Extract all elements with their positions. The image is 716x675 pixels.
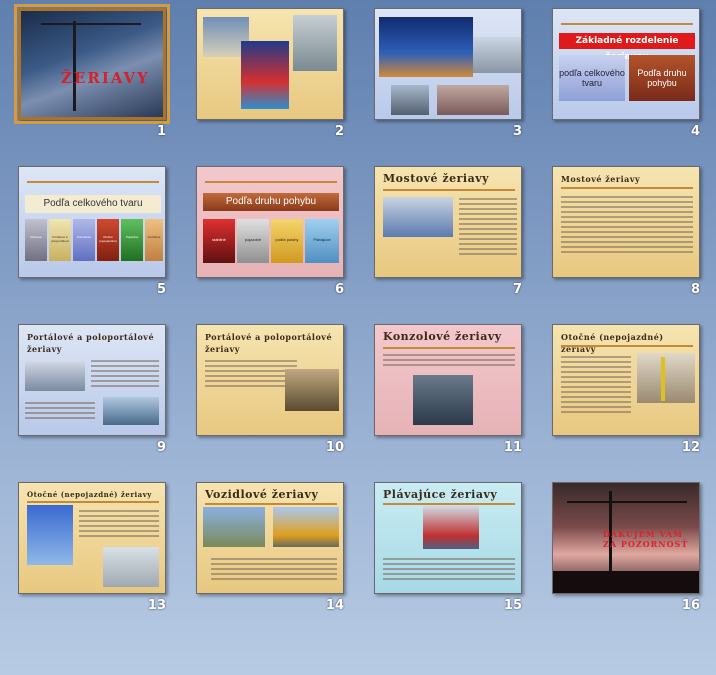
slide-thumbnail-7[interactable]: Mostové žeriavy	[374, 166, 522, 278]
slide-thumbnail-2[interactable]	[196, 8, 344, 120]
slide-title: Podľa druhu pohybu	[203, 193, 339, 211]
photo-elevator	[293, 15, 337, 71]
slide-cell-16[interactable]: Ďakujem vám za pozornosť 16	[534, 474, 712, 632]
diagram-box: podľa celkového tvaru	[559, 55, 625, 101]
category-chip: pojazdné	[237, 219, 269, 263]
slide-thumbnail-4[interactable]: Základné rozdelenie žeriavov podľa celko…	[552, 8, 700, 120]
photo-port	[473, 37, 521, 73]
slide-title: Základné rozdelenie žeriavov	[559, 33, 695, 62]
photo-truck-crane	[203, 507, 265, 547]
slide-cell-6[interactable]: Podľa druhu pohybu stabilné pojazdné pod…	[178, 158, 356, 316]
photo-bridge-crane	[379, 17, 473, 77]
slide-number: 4	[690, 124, 700, 139]
slide-number: 2	[334, 124, 344, 139]
photo-portal-crane	[25, 361, 85, 391]
slide-title: Mostové žeriavy	[383, 172, 489, 185]
slide-thumbnail-3[interactable]	[374, 8, 522, 120]
slide-cell-7[interactable]: Mostové žeriavy 7	[356, 158, 534, 316]
slide-title: Žeriavy	[61, 69, 150, 87]
crane-jib	[567, 501, 687, 503]
slide-number: 6	[334, 282, 344, 297]
category-chip: Konzolové	[73, 219, 95, 261]
slide-thumbnail-11[interactable]: Konzolové žeriavy	[374, 324, 522, 436]
category-chip: Vozidlové	[145, 219, 163, 261]
slide-thumbnail-9[interactable]: Portálové a poloportálové žeriavy	[18, 324, 166, 436]
category-chip: Portálové a poloportálové	[49, 219, 71, 261]
photo-truck-crane	[273, 507, 339, 547]
slide-title: Konzolové žeriavy	[383, 330, 502, 343]
slide-sorter: Žeriavy 1 2 3 Základné rozdelenie žeriav…	[0, 0, 716, 675]
photo-hoist	[241, 41, 289, 109]
crane-silhouette-icon	[73, 21, 76, 111]
category-chip: Otočné (nepojazdné)	[97, 219, 119, 261]
slide-number: 13	[147, 598, 166, 613]
slide-thumbnail-5[interactable]: Podľa celkového tvaru Mostové Portálové …	[18, 166, 166, 278]
slide-thumbnail-8[interactable]: Mostové žeriavy	[552, 166, 700, 278]
slide-title: Portálové a poloportálové žeriavy	[27, 332, 155, 354]
slide-cell-15[interactable]: Plávajúce žeriavy 15	[356, 474, 534, 632]
slide-number: 11	[503, 440, 522, 455]
category-chip: podľa polohy	[271, 219, 303, 263]
category-chip: Plávajúce	[305, 219, 339, 263]
slide-number: 3	[512, 124, 522, 139]
slide-number: 10	[325, 440, 344, 455]
treeline	[553, 571, 699, 593]
slide-title: Portálové a poloportálové žeriavy	[205, 332, 333, 354]
slide-thumbnail-16[interactable]: Ďakujem vám za pozornosť	[552, 482, 700, 594]
photo-yellow-crane	[637, 353, 695, 403]
slide-number: 9	[156, 440, 166, 455]
category-chip: Mostové	[25, 219, 47, 261]
slide-number: 1	[156, 124, 166, 139]
slide-cell-10[interactable]: Portálové a poloportálové žeriavy 10	[178, 316, 356, 474]
photo-portal-crane	[103, 397, 159, 425]
slide-cell-12[interactable]: Otočné (nepojazdné) žeriavy 12	[534, 316, 712, 474]
slide-title: Otočné (nepojazdné) žeriavy	[27, 490, 152, 499]
slide-thumbnail-6[interactable]: Podľa druhu pohybu stabilné pojazdné pod…	[196, 166, 344, 278]
slide-cell-3[interactable]: 3	[356, 0, 534, 158]
slide-thumbnail-10[interactable]: Portálové a poloportálové žeriavy	[196, 324, 344, 436]
slide-thumbnail-1[interactable]: Žeriavy	[14, 4, 170, 124]
category-chip: stabilné	[203, 219, 235, 263]
crane-jib	[41, 23, 141, 25]
slide-number: 8	[690, 282, 700, 297]
photo-tower-crane	[103, 547, 159, 587]
slide-cell-2[interactable]: 2	[178, 0, 356, 158]
slide-cell-4[interactable]: Základné rozdelenie žeriavov podľa celko…	[534, 0, 712, 158]
slide-title: Otočné (nepojazdné) žeriavy	[561, 332, 664, 354]
slide-cell-11[interactable]: Konzolové žeriavy 11	[356, 316, 534, 474]
slide-thumbnail-14[interactable]: Vozidlové žeriavy	[196, 482, 344, 594]
slide-number: 16	[681, 598, 700, 613]
yellow-crane-mast	[661, 357, 665, 401]
slide-title: Mostové žeriavy	[561, 174, 641, 184]
slide-cell-13[interactable]: Otočné (nepojazdné) žeriavy 13	[0, 474, 178, 632]
photo-jib-crane	[413, 375, 473, 425]
slide-title: Ďakujem vám za pozornosť	[603, 529, 689, 549]
slide-thumbnail-13[interactable]: Otočné (nepojazdné) žeriavy	[18, 482, 166, 594]
photo-site	[391, 85, 429, 115]
slide-cell-14[interactable]: Vozidlové žeriavy 14	[178, 474, 356, 632]
photo-tower-crane	[27, 505, 73, 565]
slide-title: Vozidlové žeriavy	[205, 488, 319, 501]
photo-floating-crane	[423, 505, 479, 549]
slide-title: Podľa celkového tvaru	[25, 195, 161, 213]
diagram-box: Podľa druhu pohybu	[629, 55, 695, 101]
slide-cell-1[interactable]: Žeriavy 1	[0, 0, 178, 158]
slide-number: 12	[681, 440, 700, 455]
slide-title: Plávajúce žeriavy	[383, 488, 498, 501]
slide-number: 15	[503, 598, 522, 613]
photo-gantry-crane	[285, 369, 339, 411]
slide-number: 14	[325, 598, 344, 613]
slide-cell-8[interactable]: Mostové žeriavy 8	[534, 158, 712, 316]
slide-thumbnail-12[interactable]: Otočné (nepojazdné) žeriavy	[552, 324, 700, 436]
slide-cell-5[interactable]: Podľa celkového tvaru Mostové Portálové …	[0, 158, 178, 316]
slide-number: 7	[512, 282, 522, 297]
slide-thumbnail-15[interactable]: Plávajúce žeriavy	[374, 482, 522, 594]
slide-number: 5	[156, 282, 166, 297]
category-chip: Pojazdné	[121, 219, 143, 261]
slide-cell-9[interactable]: Portálové a poloportálové žeriavy 9	[0, 316, 178, 474]
photo-gantry	[437, 85, 509, 115]
photo-bridge-crane	[383, 197, 453, 237]
